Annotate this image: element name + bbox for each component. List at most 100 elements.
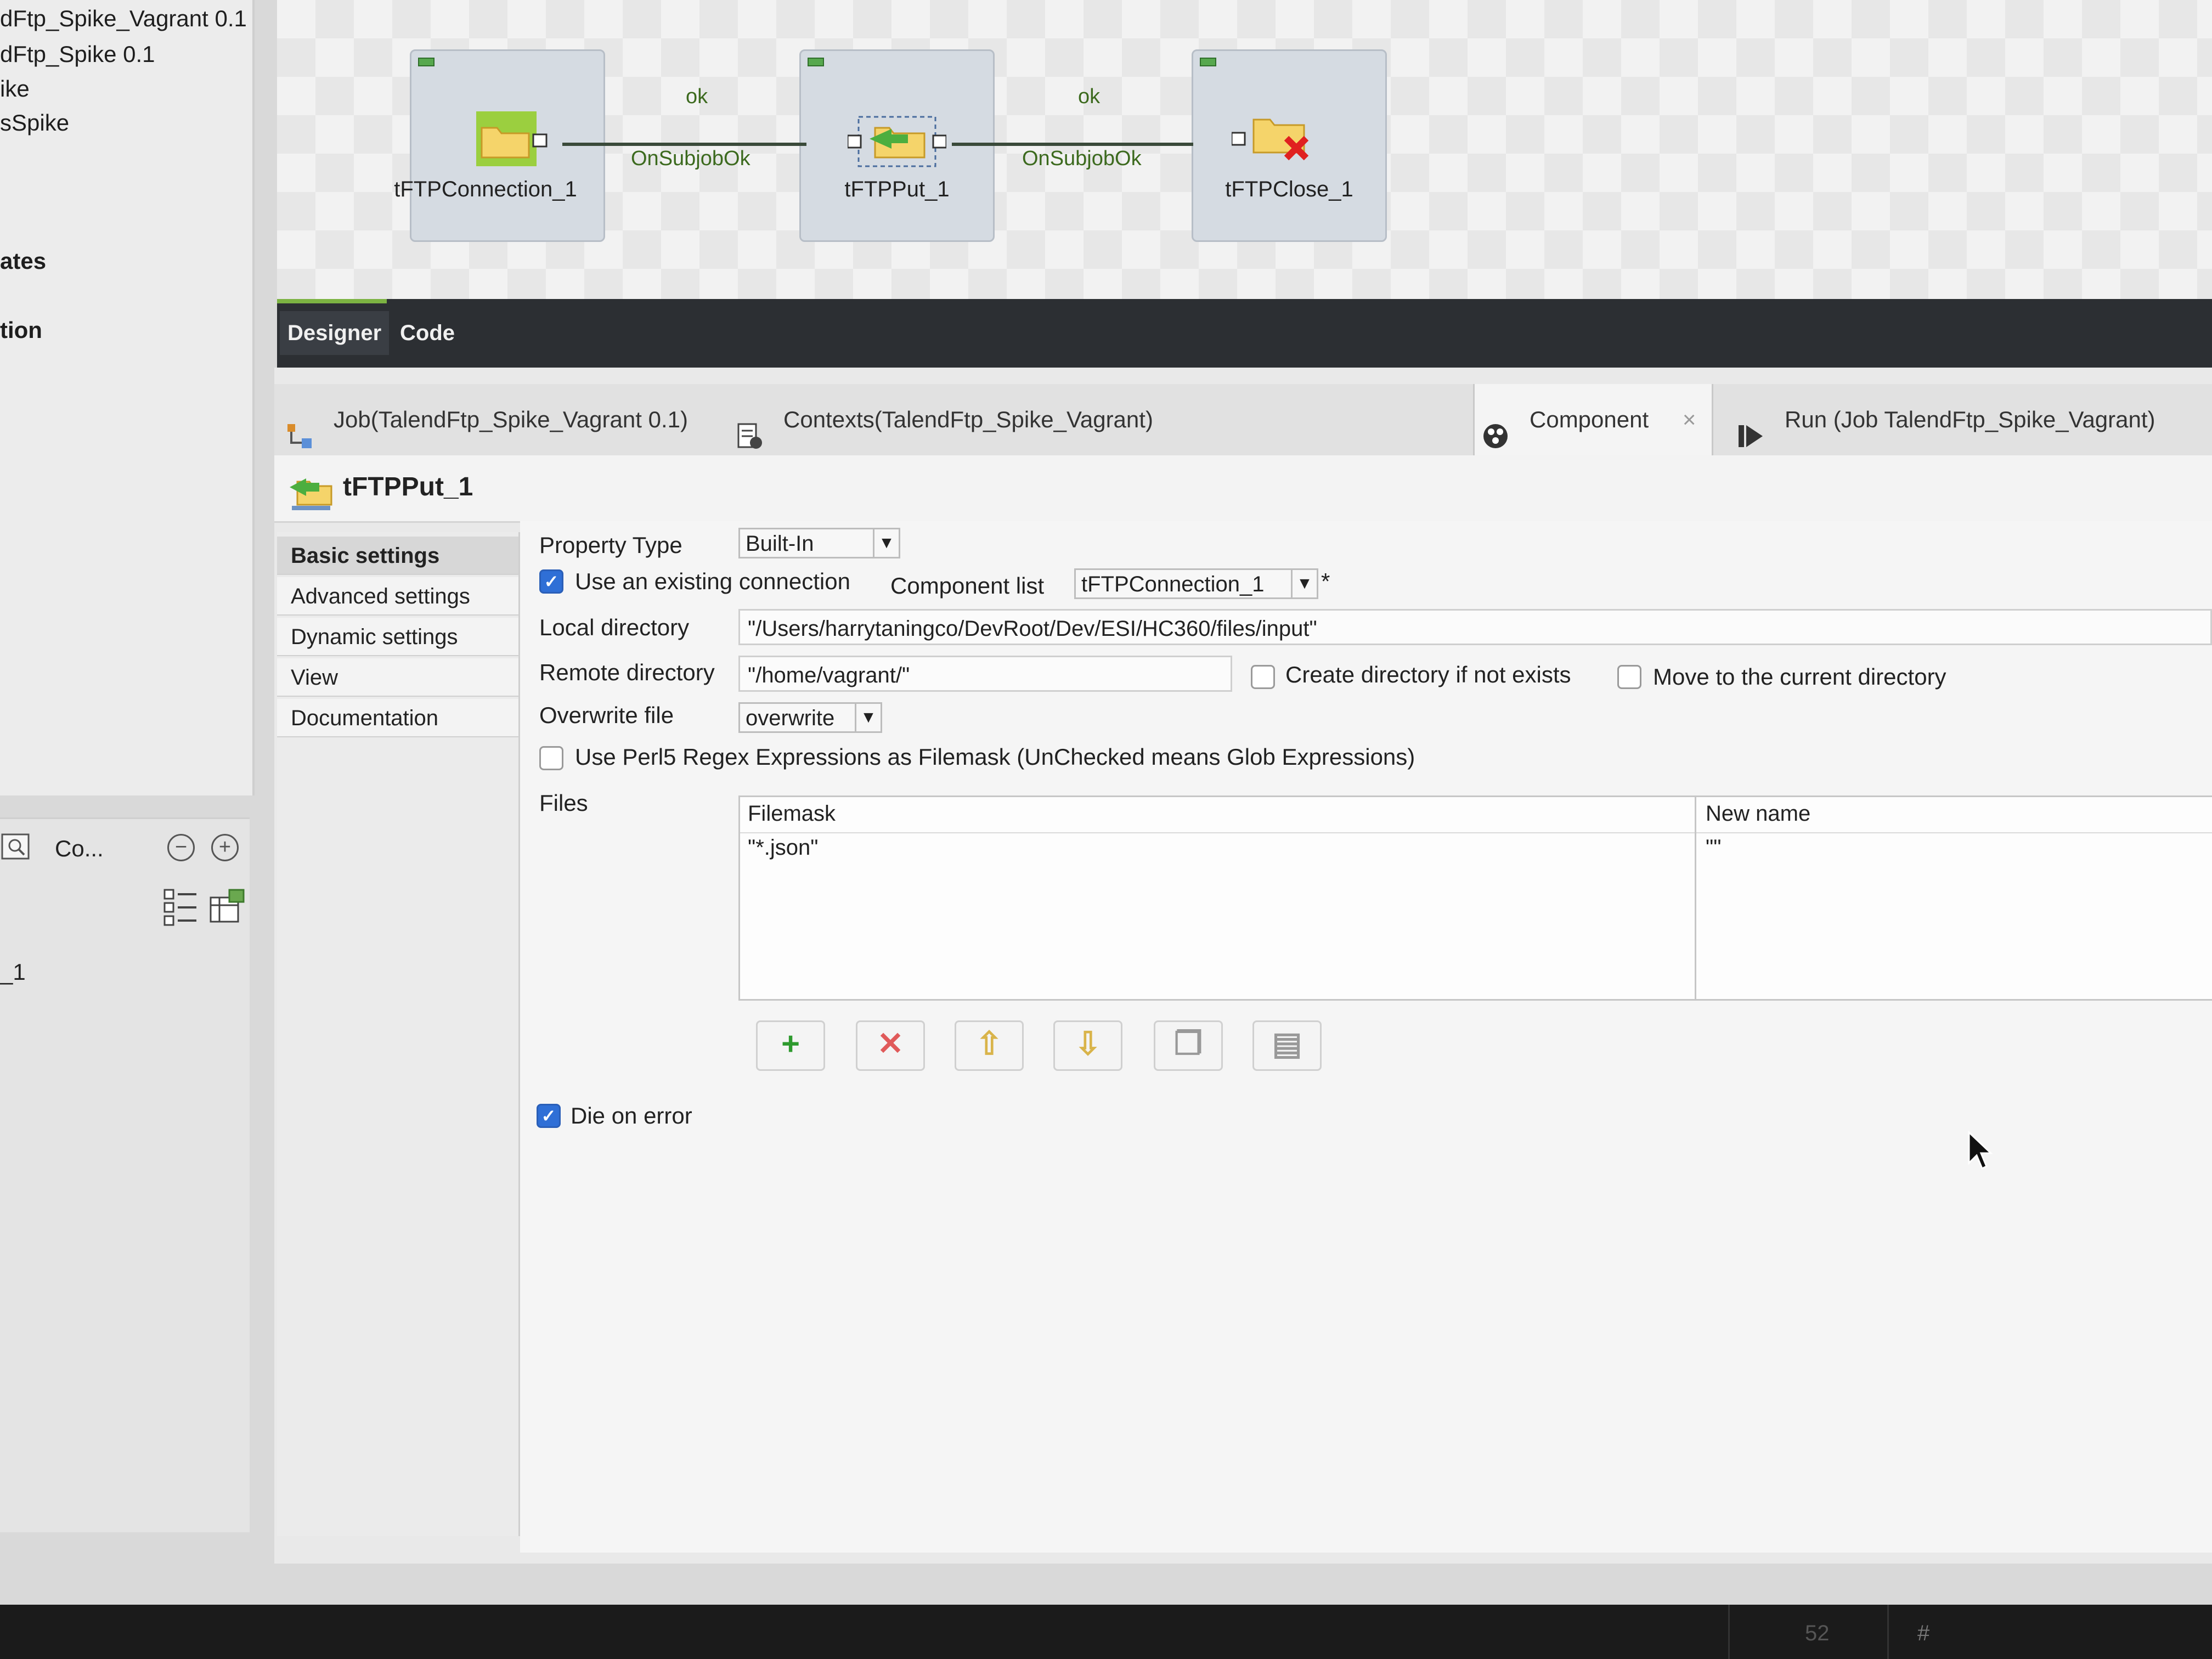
tab-component[interactable]: Component × [1481,384,1696,455]
local-directory-label: Local directory [539,614,690,640]
repository-item[interactable]: sSpike [0,110,69,136]
nav-dynamic-settings[interactable]: Dynamic settings [277,618,518,656]
collapse-all-icon[interactable]: − [167,834,195,861]
move-down-icon: ⇩ [1074,1026,1102,1062]
component-icon [1481,407,1510,448]
repository-item[interactable]: tion [0,317,42,343]
move-to-current-directory-label: Move to the current directory [1653,664,1946,690]
collapse-node-icon[interactable] [808,58,824,66]
ftp-put-icon [847,106,947,177]
remove-row-button[interactable]: ✕ [856,1020,925,1071]
tab-designer[interactable]: Designer [280,311,390,355]
tab-label: Job(TalendFtp_Spike_Vagrant 0.1) [334,407,688,432]
link-trigger-label[interactable]: OnSubjobOk [1022,147,1142,171]
required-marker: * [1321,568,1330,594]
repository-panel: dFtp_Spike_Vagrant 0.1 dFtp_Spike 0.1 ik… [0,0,255,795]
create-directory-checkbox[interactable] [1251,665,1275,689]
repository-item[interactable]: dFtp_Spike 0.1 [0,41,155,67]
move-to-current-directory-checkbox[interactable] [1617,665,1641,689]
files-table[interactable]: Filemask New name "*.json" "" [738,795,2212,1001]
remove-icon: ✕ [877,1026,904,1062]
remote-directory-input[interactable]: "/home/vagrant/" [738,656,1232,692]
active-tab-indicator [277,299,387,303]
files-label: Files [539,790,588,816]
view-tab-bar: Job(TalendFtp_Spike_Vagrant 0.1) Context… [274,384,2212,457]
add-row-button[interactable]: + [756,1020,825,1071]
collapse-node-icon[interactable] [1200,58,1216,66]
move-down-button[interactable]: ⇩ [1053,1020,1122,1071]
column-header-new-name[interactable]: New name [1706,802,1810,826]
status-divider [1728,1605,1730,1659]
close-tab-icon[interactable]: × [1683,407,1696,432]
link-status-label: ok [686,85,708,108]
table-cell-new-name[interactable]: "" [1706,836,1721,860]
trigger-link[interactable] [562,143,806,146]
component-header: tFTPPut_1 [274,455,2212,523]
nav-view[interactable]: View [277,658,518,697]
property-type-value: Built-In [746,532,814,556]
use-existing-connection-checkbox[interactable]: ✓ [539,569,563,594]
outline-search-icon[interactable] [0,830,33,863]
move-up-button[interactable]: ⇧ [955,1020,1024,1071]
node-tftpclose[interactable]: tFTPClose_1 [1192,49,1387,242]
property-type-select[interactable]: Built-In ▼ [738,528,900,558]
link-trigger-label[interactable]: OnSubjobOk [631,147,751,171]
tree-view-icon[interactable] [163,888,199,926]
property-type-label: Property Type [539,532,682,558]
use-existing-connection-label: Use an existing connection [575,568,850,594]
node-label: tFTPClose_1 [1225,177,1353,201]
repository-item[interactable]: ates [0,248,46,274]
repository-item[interactable]: dFtp_Spike_Vagrant 0.1 [0,5,247,32]
component-title: tFTPPut_1 [343,472,473,501]
component-list-value: tFTPConnection_1 [1081,572,1265,596]
outline-tab-label[interactable]: Co... [55,836,104,862]
tab-label: Component [1530,407,1649,432]
table-view-icon[interactable] [207,888,246,926]
node-label: tFTPPut_1 [844,177,950,201]
component-list-select[interactable]: tFTPConnection_1 ▼ [1074,568,1318,599]
dropdown-arrow-icon[interactable]: ▼ [873,529,899,557]
perl-regex-checkbox[interactable] [539,746,563,770]
tab-code[interactable]: Code [392,311,462,355]
paste-button[interactable]: ▤ [1252,1020,1322,1071]
column-header-filemask[interactable]: Filemask [748,802,836,826]
tab-run[interactable]: Run (Job TalendFtp_Spike_Vagrant) [1736,384,2155,455]
nav-advanced-settings[interactable]: Advanced settings [277,577,518,616]
perl-regex-label: Use Perl5 Regex Expressions as Filemask … [575,744,1415,770]
component-list-label: Component list [890,573,1045,599]
collapse-node-icon[interactable] [418,58,435,66]
link-status-label: ok [1078,85,1101,108]
job-icon [285,407,314,448]
expand-all-icon[interactable]: + [211,834,239,861]
tab-job[interactable]: Job(TalendFtp_Spike_Vagrant 0.1) [285,384,688,455]
status-symbol: # [1917,1621,1930,1645]
repository-item[interactable]: ike [0,76,30,102]
die-on-error-checkbox[interactable]: ✓ [537,1104,561,1128]
outline-tree-item[interactable]: _1 [0,959,26,985]
tab-contexts[interactable]: Contexts(TalendFtp_Spike_Vagrant) [735,384,1153,455]
status-bar: 52 # [0,1605,2212,1659]
designer-canvas[interactable]: tFTPConnection_1 tFTPPut_1 tFTPClose_1 o… [277,0,2212,299]
column-divider[interactable] [1695,797,1696,999]
overwrite-file-select[interactable]: overwrite ▼ [738,702,882,733]
dropdown-arrow-icon[interactable]: ▼ [855,704,881,731]
ftp-close-icon [1231,114,1314,169]
outline-panel: Co... − + _1 [0,817,250,1532]
overwrite-file-value: overwrite [746,706,835,730]
editor-tab-strip: Designer Code [277,299,2212,368]
die-on-error-label: Die on error [571,1103,692,1128]
table-cell-filemask[interactable]: "*.json" [748,836,818,860]
copy-icon: ❐ [1174,1026,1203,1062]
contexts-icon [735,407,764,449]
copy-button[interactable]: ❐ [1154,1020,1223,1071]
mouse-cursor-icon [1967,1130,1994,1177]
remote-directory-label: Remote directory [539,659,715,685]
trigger-link[interactable] [952,143,1193,146]
overwrite-file-label: Overwrite file [539,702,674,728]
tab-label: Contexts(TalendFtp_Spike_Vagrant) [783,407,1153,432]
nav-documentation[interactable]: Documentation [277,699,518,737]
local-directory-input[interactable]: "/Users/harrytaningco/DevRoot/Dev/ESI/HC… [738,609,2212,645]
nav-basic-settings[interactable]: Basic settings [277,537,518,575]
run-icon [1736,407,1765,447]
dropdown-arrow-icon[interactable]: ▼ [1291,570,1317,597]
